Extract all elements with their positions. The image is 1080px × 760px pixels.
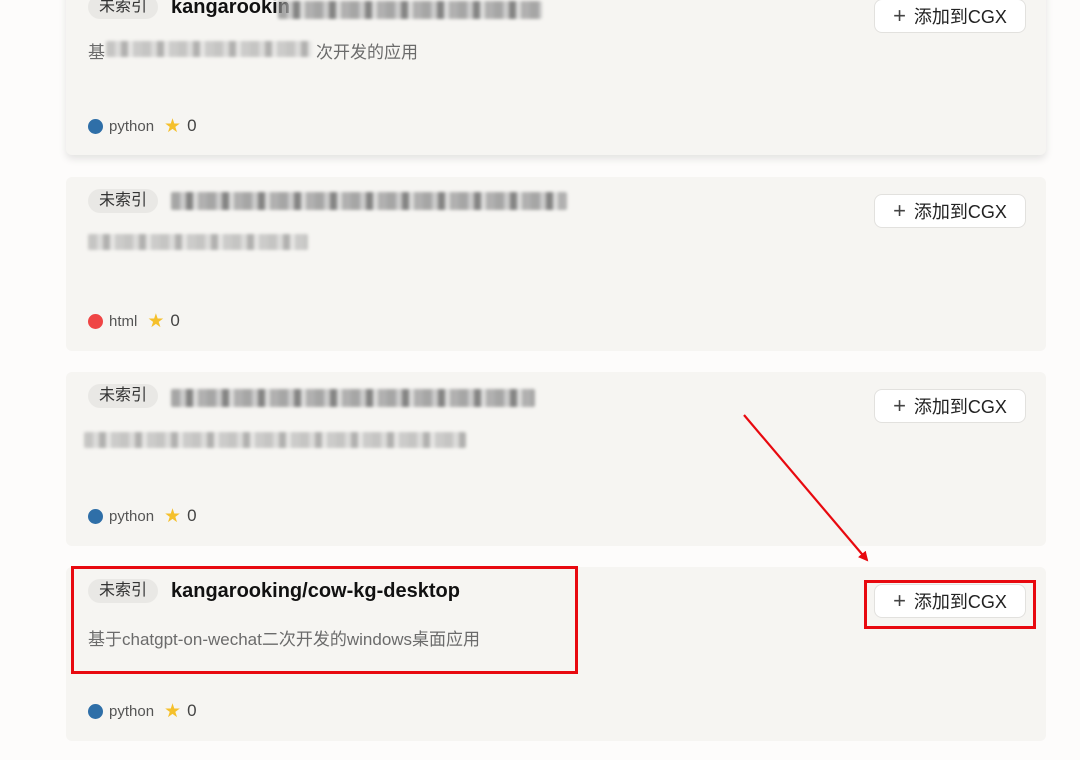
add-to-cgx-button[interactable]: + 添加到CGX (874, 389, 1026, 423)
repo-description-prefix: 基 (88, 43, 105, 62)
annotation-highlight-add-button (864, 580, 1036, 629)
redacted-repo-name (278, 1, 542, 19)
repo-meta: html ★ 0 (88, 311, 180, 331)
star-icon: ★ (164, 505, 182, 527)
add-to-cgx-button[interactable]: + 添加到CGX (874, 0, 1026, 33)
star-icon: ★ (147, 310, 165, 332)
language-label: python (109, 117, 155, 135)
language-label: html (109, 312, 138, 330)
add-to-cgx-label: 添加到CGX (913, 202, 1007, 222)
repo-meta: python ★ 0 (88, 116, 197, 136)
index-status-badge: 未索引 (88, 384, 159, 408)
language-color-dot (88, 703, 103, 719)
index-status-badge: 未索引 (88, 189, 159, 213)
star-count: 0 (187, 116, 197, 135)
language-label: python (109, 507, 155, 525)
redacted-repo-name[interactable] (171, 389, 535, 407)
star-icon: ★ (164, 115, 182, 137)
plus-icon: + (893, 198, 906, 223)
star-count: 0 (187, 701, 197, 720)
star-icon: ★ (164, 700, 182, 722)
repo-meta: python ★ 0 (88, 506, 197, 526)
language-label: python (109, 702, 155, 720)
repo-meta: python ★ 0 (88, 701, 197, 721)
redacted-description (106, 41, 312, 57)
redacted-description (88, 234, 308, 250)
star-count: 0 (170, 311, 180, 330)
language-color-dot (88, 313, 103, 329)
repo-name-text: kangarookin (171, 0, 290, 18)
add-to-cgx-label: 添加到CGX (913, 7, 1007, 27)
star-count: 0 (187, 506, 197, 525)
repo-card: 未索引 python ★ 0 + 添加到CGX (66, 372, 1046, 546)
language-color-dot (88, 118, 103, 134)
annotation-highlight-repo-info (71, 566, 578, 674)
add-to-cgx-button[interactable]: + 添加到CGX (874, 194, 1026, 228)
repo-description-suffix: 次开发的应用 (316, 43, 418, 62)
add-to-cgx-label: 添加到CGX (913, 397, 1007, 417)
repo-name[interactable]: kangarookin (171, 0, 290, 19)
redacted-description (84, 432, 466, 448)
language-color-dot (88, 508, 103, 524)
index-status-badge: 未索引 (88, 0, 159, 19)
plus-icon: + (893, 3, 906, 28)
repo-card: 未索引 html ★ 0 + 添加到CGX (66, 177, 1046, 351)
plus-icon: + (893, 393, 906, 418)
repo-card: 未索引 kangarookin 基 次开发的应用 python ★ 0 + 添加… (66, 0, 1046, 155)
redacted-repo-name[interactable] (171, 192, 567, 210)
